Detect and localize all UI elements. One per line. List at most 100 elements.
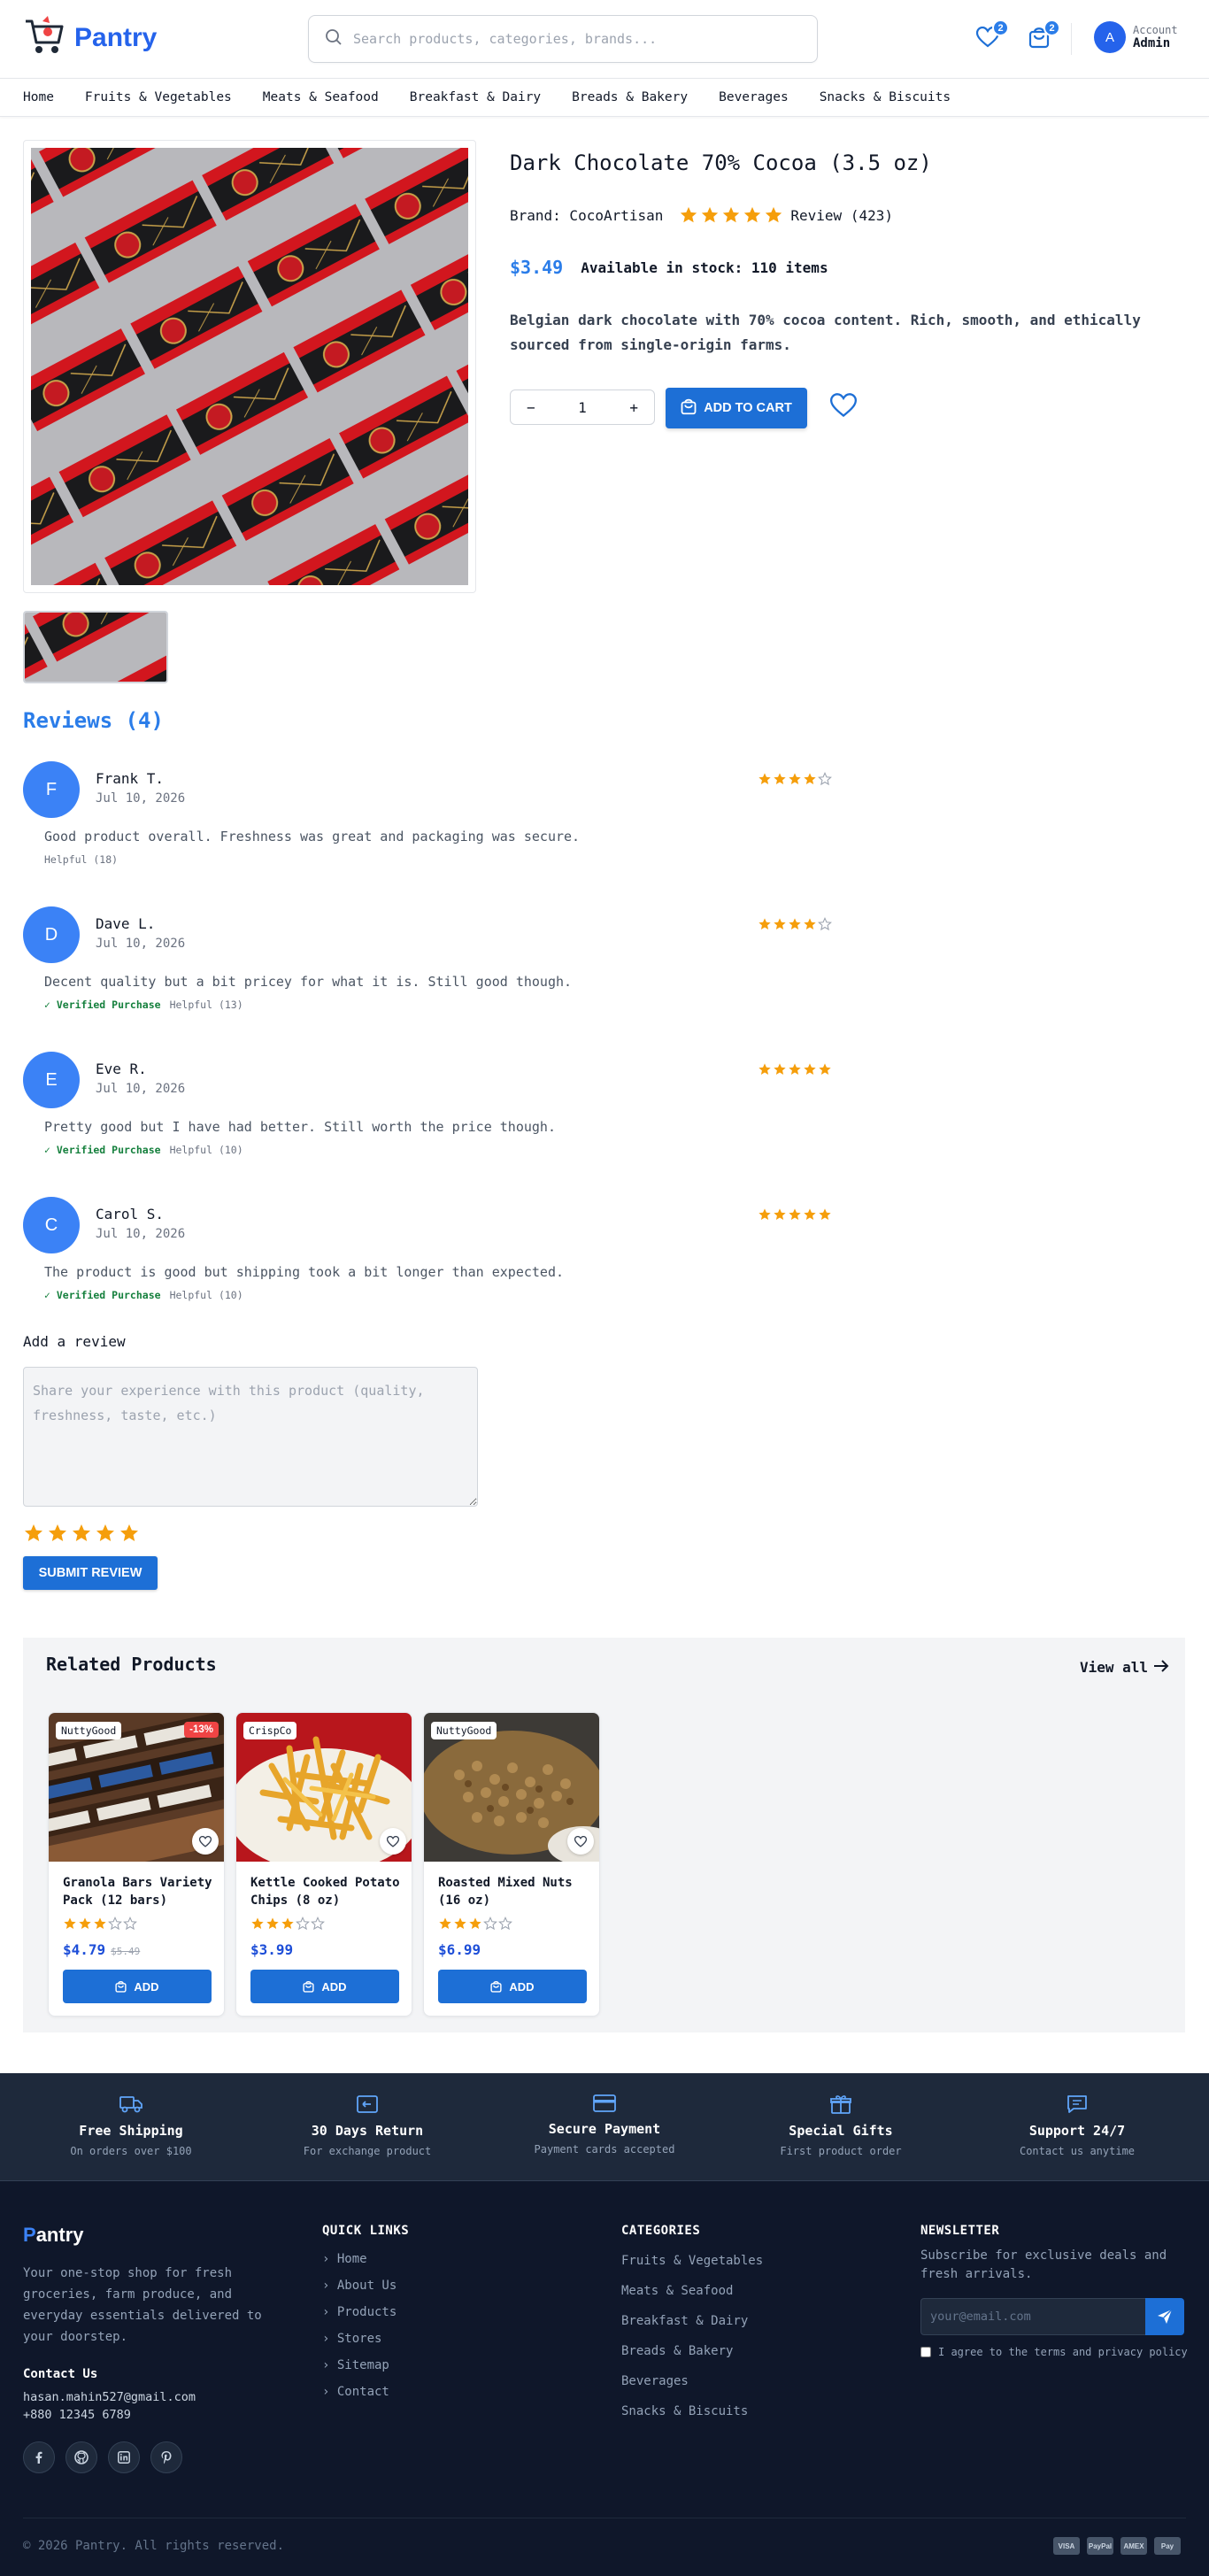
product-card-image[interactable]: NuttyGood -13% [49,1713,224,1862]
add-to-wishlist-button[interactable] [829,393,858,421]
footer-link-stores[interactable]: › Stores [322,2332,381,2346]
facebook-icon[interactable] [23,2441,55,2473]
feature-subtitle: First product order [780,2145,902,2157]
pinterest-icon[interactable] [150,2441,182,2473]
product-card-image[interactable]: CrispCo [236,1713,412,1862]
feature-title: Free Shipping [79,2123,183,2139]
logo[interactable]: Pantry [23,16,157,60]
star-empty-icon [483,1917,497,1931]
star-filled-icon [774,918,786,929]
feature-special-gifts: Special Gifts First product order [743,2094,938,2157]
card-wishlist-button[interactable] [192,1828,219,1855]
footer-link-products[interactable]: › Products [322,2305,397,2319]
product-image[interactable] [31,148,468,585]
product-card[interactable]: NuttyGood -13% Granola Bars Variety Pack… [48,1712,225,2017]
verified-purchase-badge: ✓ Verified Purchase [44,1144,161,1156]
footer-category-link[interactable]: Breakfast & Dairy [621,2314,748,2328]
footer-category-link[interactable]: Snacks & Biscuits [621,2404,748,2418]
product-card-image[interactable]: NuttyGood [424,1713,599,1862]
wishlist-button[interactable]: 2 [972,19,1009,55]
product-card-name[interactable]: Granola Bars Variety Pack (12 bars) [63,1874,219,1909]
visa-icon: VISA [1053,2537,1080,2555]
card-wishlist-button[interactable] [380,1828,406,1855]
send-icon [1158,2309,1173,2324]
review-text: Pretty good but I have had better. Still… [44,1119,556,1135]
terms-checkbox[interactable] [920,2347,931,2357]
card-add-label: ADD [321,1979,347,1994]
star-filled-icon [804,1208,816,1220]
star-filled-icon [804,918,816,929]
terms-agreement: I agree to the terms and privacy policy [920,2346,1188,2358]
product-card-name[interactable]: Roasted Mixed Nuts (16 oz) [438,1874,594,1909]
cart-button[interactable]: 2 [1023,19,1060,55]
footer-link-contact[interactable]: › Contact [322,2385,389,2399]
nav-beverages[interactable]: Beverages [719,90,789,104]
card-wishlist-button[interactable] [567,1828,594,1855]
review-star-picker[interactable] [23,1523,140,1544]
footer-category-link[interactable]: Beverages [621,2374,689,2388]
star-filled-icon [744,206,761,223]
search-input[interactable] [353,31,801,47]
contact-email[interactable]: hasan.mahin527@gmail.com [23,2390,196,2404]
nav-breakfast-dairy[interactable]: Breakfast & Dairy [410,90,541,104]
nav-breads-bakery[interactable]: Breads & Bakery [572,90,688,104]
apple-pay-icon: Pay [1154,2537,1181,2555]
newsletter-submit-button[interactable] [1145,2298,1184,2335]
nav-fruits-vegetables[interactable]: Fruits & Vegetables [85,90,232,104]
feature-subtitle: For exchange product [303,2145,432,2157]
view-all-link[interactable]: View all [1080,1659,1169,1676]
review-text: Good product overall. Freshness was grea… [44,829,581,845]
chat-icon [1067,2095,1087,2113]
linkedin-icon[interactable] [108,2441,140,2473]
review-count-link[interactable]: Review (423) [790,207,893,224]
card-add-button[interactable]: ADD [250,1970,399,2003]
helpful-button[interactable]: Helpful (13) [170,999,243,1011]
account-menu[interactable]: A Account Admin [1094,21,1178,53]
card-add-button[interactable]: ADD [63,1970,212,2003]
arrow-right-icon [1153,1659,1169,1676]
review-stars [758,1062,832,1076]
footer-logo-initial: P [23,2224,36,2246]
footer-link-sitemap[interactable]: › Sitemap [322,2358,389,2372]
contact-title: Contact Us [23,2367,98,2381]
product-card[interactable]: CrispCo Kettle Cooked Potato Chips (8 oz… [235,1712,412,2017]
footer-category-link[interactable]: Breads & Bakery [621,2344,733,2358]
footer-category-link[interactable]: Fruits & Vegetables [621,2254,763,2268]
review-stars [758,1207,832,1222]
decrease-quantity-button[interactable]: − [527,399,535,416]
product-thumbnail[interactable] [23,611,168,683]
footer-link-about[interactable]: › About Us [322,2279,397,2293]
search-bar[interactable] [308,15,818,63]
newsletter-email-input[interactable] [920,2298,1145,2335]
review-textarea[interactable] [23,1367,478,1507]
quantity-stepper: − 1 + [510,389,655,425]
shopping-bag-icon [681,397,697,419]
nav-meats-seafood[interactable]: Meats & Seafood [263,90,379,104]
helpful-button[interactable]: Helpful (10) [170,1289,243,1301]
footer-description: Your one-stop shop for fresh groceries, … [23,2266,262,2344]
helpful-button[interactable]: Helpful (18) [44,853,118,866]
product-rating-stars [679,205,783,225]
product-card[interactable]: NuttyGood Roasted Mixed Nuts (16 oz) $6.… [423,1712,600,2017]
quantity-value[interactable]: 1 [578,399,587,416]
feature-support: Support 24/7 Contact us anytime [980,2094,1174,2157]
footer-logo[interactable]: Pantry [23,2224,83,2247]
increase-quantity-button[interactable]: + [629,399,638,416]
footer-category-link[interactable]: Meats & Seafood [621,2284,733,2298]
copyright: © 2026 Pantry. All rights reserved. [23,2539,285,2553]
github-icon[interactable] [65,2441,97,2473]
product-card-current-price: $3.99 [250,1941,294,1958]
footer-link-home[interactable]: › Home [322,2252,367,2266]
verified-purchase-badge: ✓ Verified Purchase [44,1289,161,1301]
nav-home[interactable]: Home [23,90,54,104]
star-filled-icon [64,1917,76,1929]
card-add-button[interactable]: ADD [438,1970,587,2003]
helpful-button[interactable]: Helpful (10) [170,1144,243,1156]
submit-review-button[interactable]: SUBMIT REVIEW [23,1556,158,1590]
cart-count-badge: 2 [1043,19,1060,36]
product-card-name[interactable]: Kettle Cooked Potato Chips (8 oz) [250,1874,406,1909]
contact-phone[interactable]: +880 12345 6789 [23,2408,131,2422]
add-to-cart-button[interactable]: ADD TO CART [666,388,807,428]
star-filled-icon [702,206,719,223]
nav-snacks-biscuits[interactable]: Snacks & Biscuits [820,90,951,104]
